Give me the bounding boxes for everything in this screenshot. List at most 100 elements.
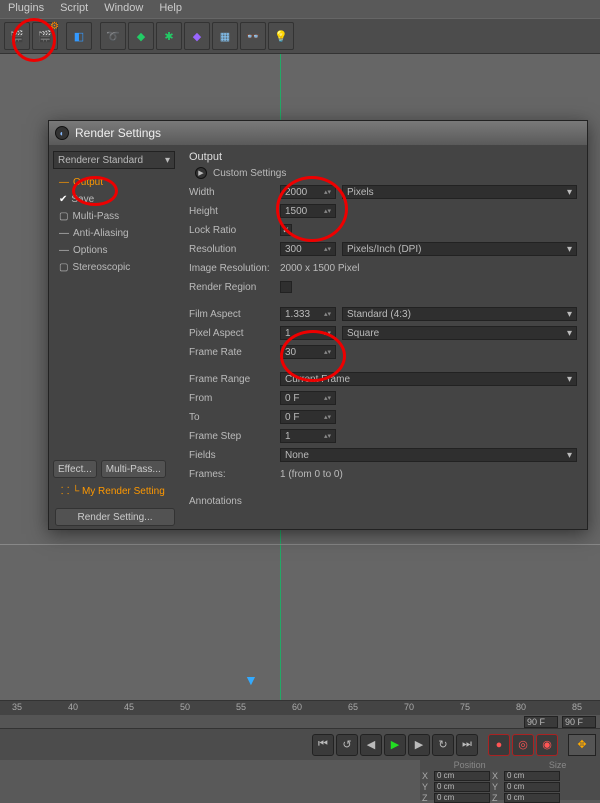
next-key-button[interactable]: ↻: [432, 734, 454, 756]
tick: 75: [460, 702, 470, 712]
tree-stereoscopic[interactable]: ▢Stereoscopic: [53, 259, 175, 275]
tree-output[interactable]: —Output: [53, 174, 175, 190]
tick: 80: [516, 702, 526, 712]
tree-antialiasing[interactable]: —Anti-Aliasing: [53, 225, 175, 241]
menubar: Plugins Script Window Help: [0, 0, 600, 18]
goto-end-button[interactable]: ⏭: [456, 734, 478, 756]
imageres-label: Image Resolution:: [189, 263, 274, 274]
transport-bar: ⏮ ↺ ◀ ▶ ▶ ↻ ⏭ ● ◎ ◉ ✥: [0, 728, 600, 760]
menu-script[interactable]: Script: [60, 2, 88, 16]
from-field[interactable]: 0 F▴▾: [280, 391, 336, 405]
light-button[interactable]: 💡: [268, 22, 294, 50]
frame-field-2[interactable]: [562, 716, 596, 728]
fields-dropdown[interactable]: None▾: [280, 448, 577, 462]
framerate-label: Frame Rate: [189, 347, 274, 358]
z-size-field[interactable]: [504, 793, 560, 803]
y-size-field[interactable]: [504, 782, 560, 792]
height-label: Height: [189, 206, 274, 217]
tick: 55: [236, 702, 246, 712]
spline-tool-button[interactable]: ➰: [100, 22, 126, 50]
camera-button[interactable]: 👓: [240, 22, 266, 50]
x-pos-field[interactable]: [434, 771, 490, 781]
generator-button[interactable]: ◆: [128, 22, 154, 50]
tick: 60: [292, 702, 302, 712]
width-label: Width: [189, 187, 274, 198]
timeline[interactable]: 35 40 45 50 55 60 65 70 75 80 85: [0, 700, 600, 728]
frame-field-1[interactable]: [524, 716, 558, 728]
menu-window[interactable]: Window: [104, 2, 143, 16]
pixelaspect-label: Pixel Aspect: [189, 328, 274, 339]
my-render-setting[interactable]: ⸬ └ My Render Setting: [53, 479, 175, 499]
dialog-icon: ◐: [55, 126, 69, 140]
filmaspect-dropdown[interactable]: Standard (4:3)▾: [342, 307, 577, 321]
resolution-unit-dropdown[interactable]: Pixels/Inch (DPI)▾: [342, 242, 577, 256]
filmaspect-field[interactable]: 1.333▴▾: [280, 307, 336, 321]
custom-settings-label: Custom Settings: [213, 168, 286, 179]
tree-multipass[interactable]: ▢Multi-Pass: [53, 208, 175, 224]
imageres-value: 2000 x 1500 Pixel: [280, 263, 360, 274]
width-field[interactable]: 2000▴▾: [280, 185, 336, 199]
z-pos-field[interactable]: [434, 793, 490, 803]
tree-save[interactable]: ✔Save: [53, 191, 175, 207]
render-settings-dialog: ◐ Render Settings Renderer Standard ▾ —O…: [48, 120, 588, 530]
renderer-value: Standard: [102, 155, 143, 166]
dialog-panel: Output ▶ Custom Settings Width 2000▴▾ Pi…: [179, 145, 587, 505]
play-button[interactable]: ▶: [384, 734, 406, 756]
deformer-button[interactable]: ◆: [184, 22, 210, 50]
goto-start-button[interactable]: ⏮: [312, 734, 334, 756]
y-pos-field[interactable]: [434, 782, 490, 792]
framerate-field[interactable]: 30▴▾: [280, 345, 336, 359]
effect-button[interactable]: Effect...: [53, 460, 97, 478]
tick: 70: [404, 702, 414, 712]
tick: 85: [572, 702, 582, 712]
renderer-dropdown[interactable]: Renderer Standard ▾: [53, 151, 175, 169]
tick: 45: [124, 702, 134, 712]
pixelaspect-field[interactable]: 1▴▾: [280, 326, 336, 340]
dialog-titlebar[interactable]: ◐ Render Settings: [49, 121, 587, 145]
renderregion-checkbox[interactable]: [280, 281, 292, 293]
to-label: To: [189, 412, 274, 423]
height-field[interactable]: 1500▴▾: [280, 204, 336, 218]
pixelaspect-dropdown[interactable]: Square▾: [342, 326, 577, 340]
width-unit-dropdown[interactable]: Pixels▾: [342, 185, 577, 199]
menu-plugins[interactable]: Plugins: [8, 2, 44, 16]
frames-label: Frames:: [189, 469, 274, 480]
lockratio-label: Lock Ratio: [189, 225, 274, 236]
lockratio-checkbox[interactable]: ✓: [280, 224, 292, 236]
framerange-label: Frame Range: [189, 374, 274, 385]
render-setting-button[interactable]: Render Setting...: [55, 508, 175, 526]
autokey-button[interactable]: ◎: [512, 734, 534, 756]
environment-button[interactable]: ▦: [212, 22, 238, 50]
tick: 50: [180, 702, 190, 712]
tick: 35: [12, 702, 22, 712]
keyframe-sel-button[interactable]: ◉: [536, 734, 558, 756]
preset-play-icon[interactable]: ▶: [195, 167, 207, 179]
framestep-field[interactable]: 1▴▾: [280, 429, 336, 443]
frames-value: 1 (from 0 to 0): [280, 469, 343, 480]
timeline-ruler[interactable]: 35 40 45 50 55 60 65 70 75 80 85: [0, 701, 600, 715]
axis-marker-icon: ▼: [244, 672, 258, 688]
x-label: X: [422, 771, 432, 781]
x-size-field[interactable]: [504, 771, 560, 781]
resolution-field[interactable]: 300▴▾: [280, 242, 336, 256]
tree-options[interactable]: —Options: [53, 242, 175, 258]
render-settings-button[interactable]: 🎬⚙: [32, 22, 58, 50]
step-back-button[interactable]: ◀: [360, 734, 382, 756]
move-tool-button[interactable]: ✥: [568, 734, 596, 756]
dialog-title: Render Settings: [75, 126, 161, 140]
record-button[interactable]: ●: [488, 734, 510, 756]
filmaspect-label: Film Aspect: [189, 309, 274, 320]
array-button[interactable]: ✱: [156, 22, 182, 50]
viewport-ground-line: [0, 544, 600, 545]
coordinates-panel: PositionSize XX YY ZZ: [420, 760, 600, 800]
to-field[interactable]: 0 F▴▾: [280, 410, 336, 424]
multipass-button[interactable]: Multi-Pass...: [101, 460, 166, 478]
prev-key-button[interactable]: ↺: [336, 734, 358, 756]
framerange-dropdown[interactable]: Current Frame▾: [280, 372, 577, 386]
cube-primitive-button[interactable]: ◧: [66, 22, 92, 50]
renderer-label: Renderer: [58, 155, 100, 166]
renderregion-label: Render Region: [189, 282, 274, 293]
render-pictureviewer-button[interactable]: 🎬: [4, 22, 30, 50]
step-forward-button[interactable]: ▶: [408, 734, 430, 756]
menu-help[interactable]: Help: [159, 2, 182, 16]
